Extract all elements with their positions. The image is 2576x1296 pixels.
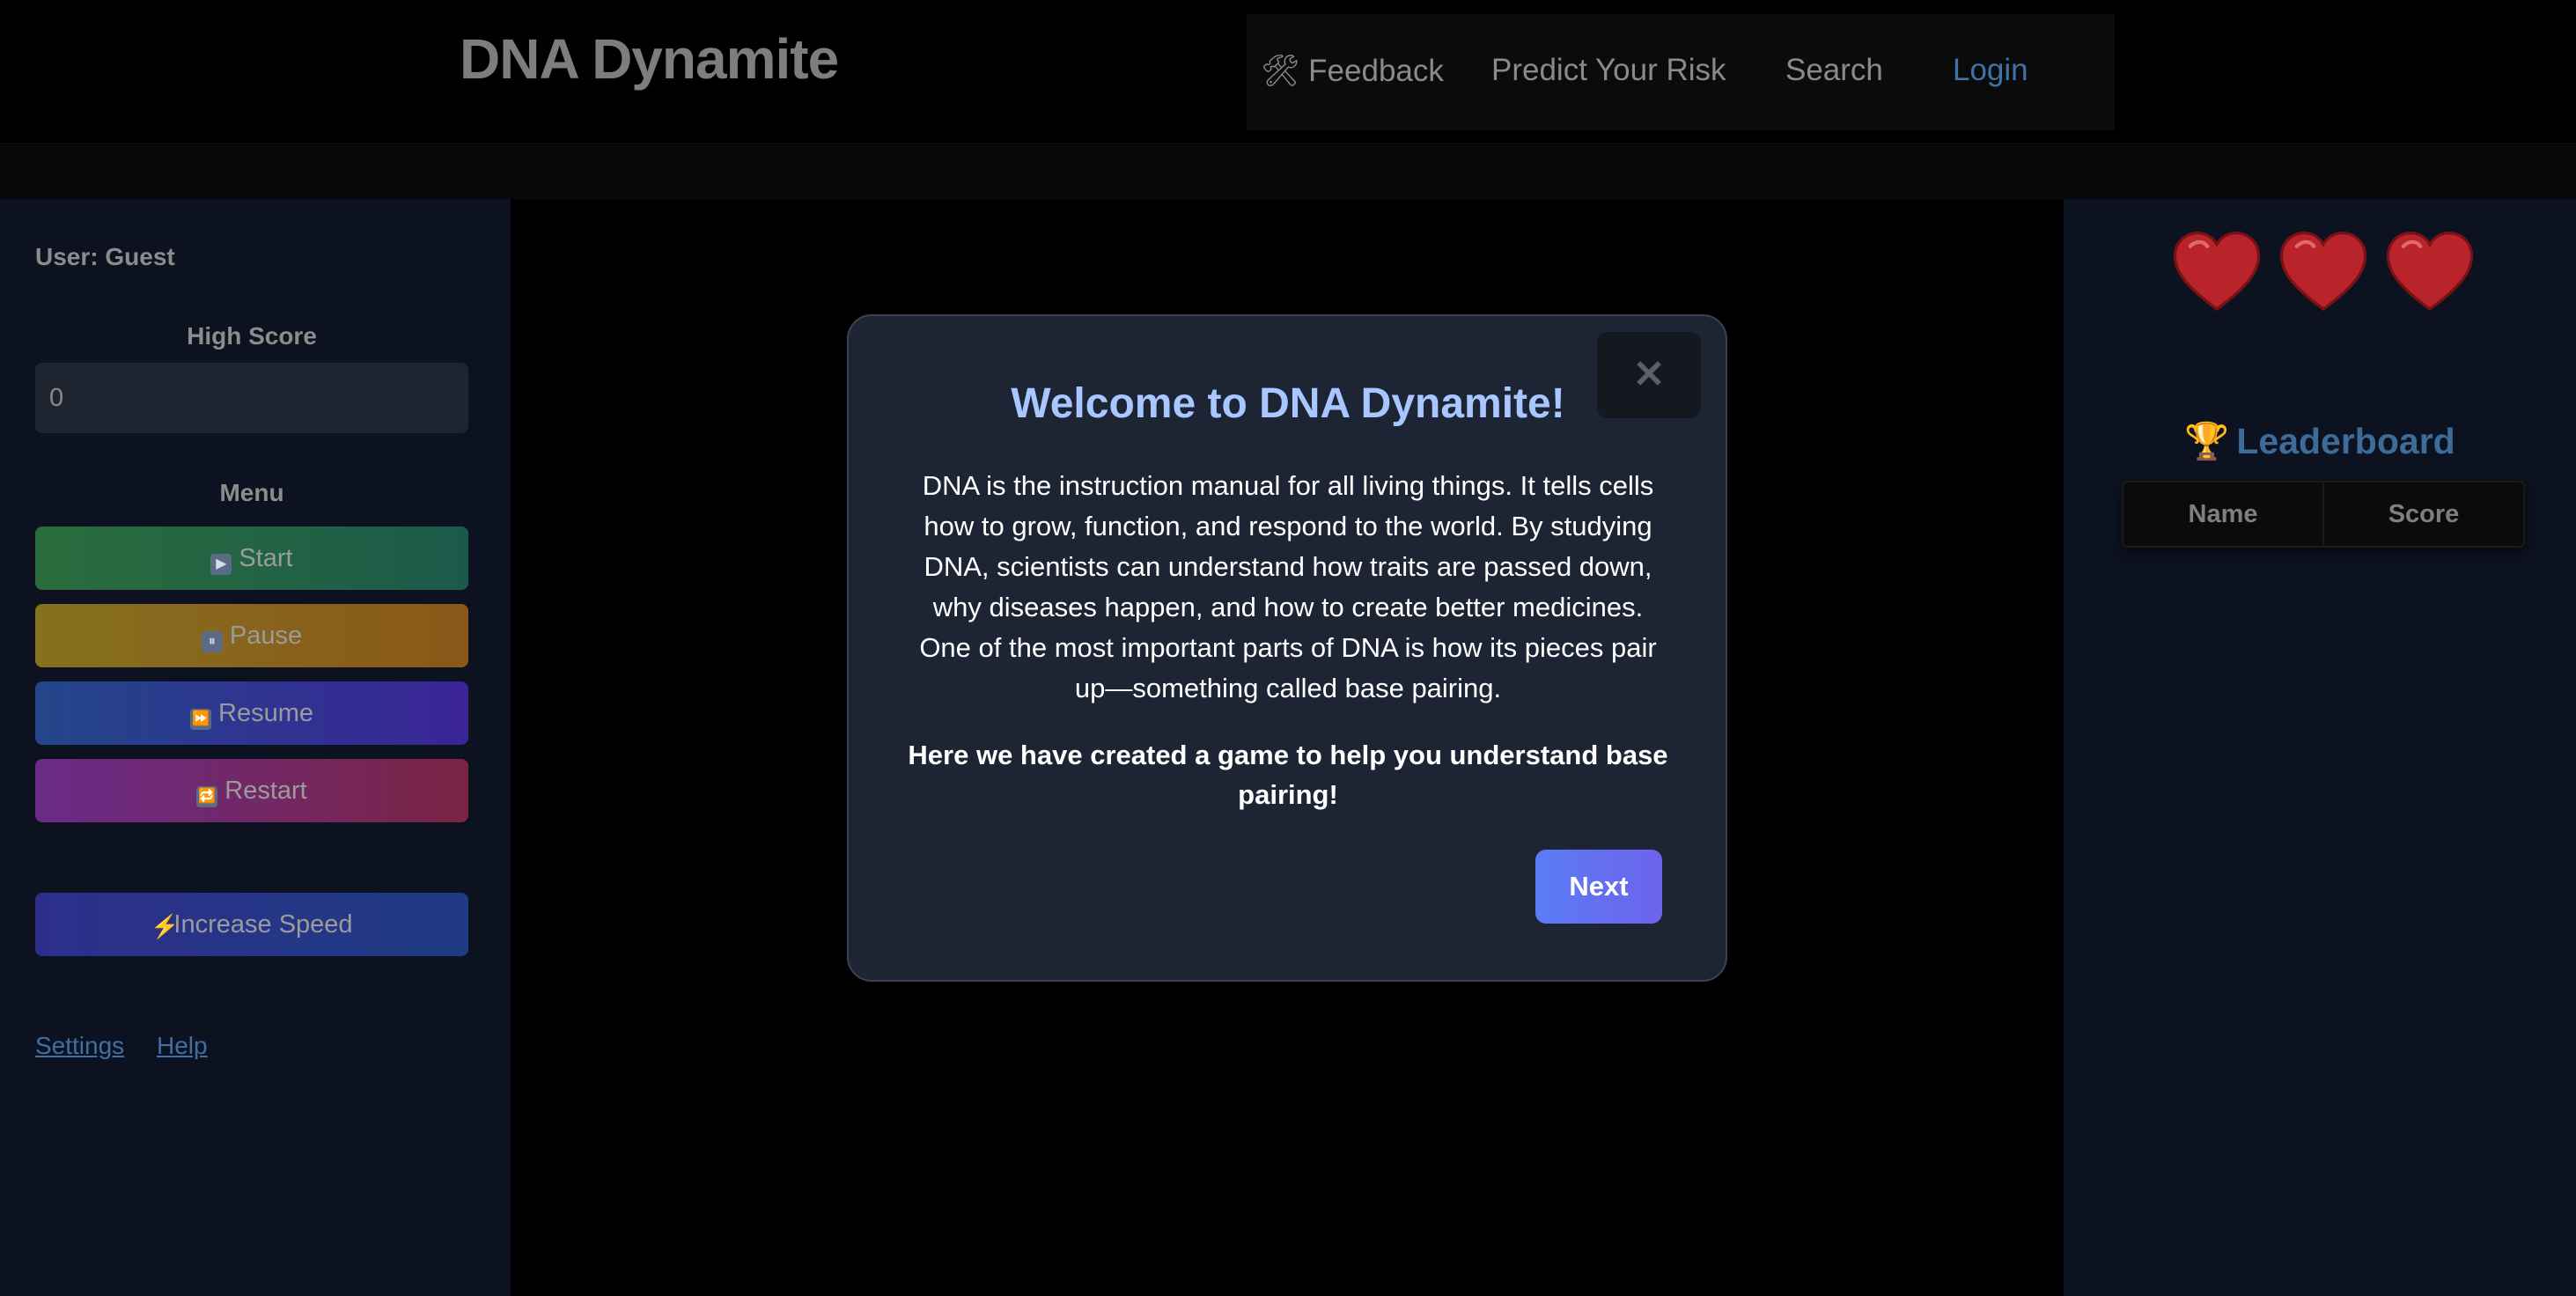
top-header: DNA Dynamite 🛠 Feedback Predict Your Ris… [0,0,2576,144]
high-score-title: High Score [187,322,317,350]
play-icon: ▶ [210,554,232,575]
pause-button-label: Pause [229,622,303,650]
nav-feedback-label: Feedback [1308,54,1444,88]
welcome-modal: ✕ Welcome to DNA Dynamite! DNA is the in… [847,314,1727,982]
modal-body-text: DNA is the instruction manual for all li… [919,470,1657,703]
next-button[interactable]: Next [1535,850,1662,924]
nav-predict-risk-link[interactable]: Predict Your Risk [1491,53,1726,88]
restart-button-label: Restart [224,777,307,805]
restart-button[interactable]: 🔁 Restart [35,759,468,822]
help-link[interactable]: Help [157,1032,208,1060]
fast-forward-icon: ⏩ [190,709,211,730]
hammer-wrench-icon: 🛠 [1261,54,1300,88]
resume-button[interactable]: ⏩ Resume [35,681,468,745]
left-sidebar: User: Guest High Score 0 Menu ▶ Start ⏸ Pa… [0,199,511,1296]
lightning-icon: ⚡ [151,913,180,939]
user-label: User: Guest [35,243,175,270]
increase-speed-button[interactable]: ⚡Increase Speed [35,893,468,956]
site-logo-text[interactable]: DNA Dynamite [460,26,839,92]
leaderboard-header-score[interactable]: Score [2322,482,2523,546]
nav-feedback-link[interactable]: 🛠 Feedback [1261,53,1444,89]
menu-title: Menu [219,479,284,506]
pause-button[interactable]: ⏸ Pause [35,604,468,667]
modal-highlight-text: Here we have created a game to help you … [908,740,1668,810]
repeat-icon: 🔁 [196,786,218,807]
sub-header-bar [0,145,2576,199]
right-sidebar: 🏆 Leaderboard Name Score [2064,199,2576,1296]
nav-search-link[interactable]: Search [1785,53,1883,88]
nav-login-link[interactable]: Login [1953,53,2028,88]
leaderboard-title-label: Leaderboard [2236,421,2455,461]
heart-icon [2173,232,2261,312]
settings-link[interactable]: Settings [35,1032,124,1060]
resume-button-label: Resume [218,699,313,727]
increase-speed-label: Increase Speed [173,910,353,939]
leaderboard-table: Name Score [2122,481,2525,548]
heart-icon [2279,232,2367,312]
pause-icon: ⏸ [201,631,223,652]
high-score-value: 0 [35,363,468,433]
modal-title: Welcome to DNA Dynamite! [1011,380,1565,427]
trophy-icon: 🏆 [2184,421,2230,461]
start-button-label: Start [239,544,293,572]
start-button[interactable]: ▶ Start [35,526,468,590]
heart-icon [2386,232,2474,312]
leaderboard-title: 🏆 Leaderboard [2064,421,2576,463]
leaderboard-header-name[interactable]: Name [2123,482,2322,546]
